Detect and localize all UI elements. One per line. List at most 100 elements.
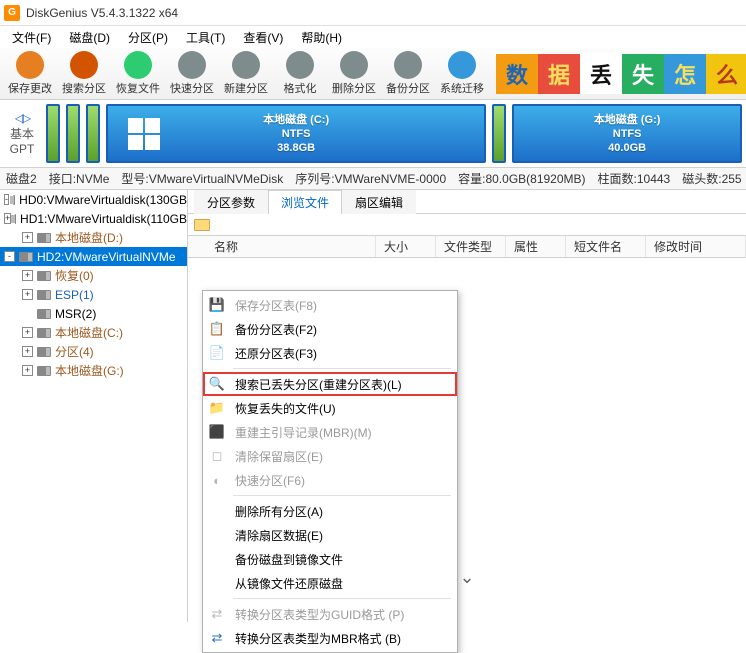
column-header[interactable]: 修改时间 (646, 236, 746, 257)
tool-label: 系统迁移 (440, 80, 484, 96)
tree-toggle-icon[interactable]: + (22, 232, 33, 243)
menu-item[interactable]: 工具(T) (178, 27, 233, 48)
menu-item[interactable]: 磁盘(D) (61, 27, 118, 48)
promo-char: 么 (706, 54, 746, 94)
tree-label: 本地磁盘(G:) (55, 362, 124, 379)
search-icon (70, 51, 98, 79)
tree-toggle-icon[interactable]: + (22, 346, 33, 357)
context-item[interactable]: 🔍搜索已丢失分区(重建分区表)(L) (203, 372, 457, 396)
context-item: ◐快速分区(F6) (203, 468, 457, 492)
tree-row[interactable]: +本地磁盘(C:) (0, 323, 187, 342)
hdd-icon (15, 214, 16, 224)
tab[interactable]: 扇区编辑 (342, 190, 416, 214)
tool-new-part-icon[interactable]: 新建分区 (220, 50, 272, 98)
tree-row[interactable]: +ESP(1) (0, 285, 187, 304)
context-item[interactable]: 📁恢复丢失的文件(U) (203, 396, 457, 420)
context-label: 备份磁盘到镜像文件 (235, 551, 343, 568)
context-item[interactable]: 📄还原分区表(F3) (203, 341, 457, 365)
tool-format-icon[interactable]: 格式化 (274, 50, 326, 98)
context-item[interactable]: ⇄ 转换分区表类型为MBR格式 (B) (203, 626, 457, 650)
tool-search-icon[interactable]: 搜索分区 (58, 50, 110, 98)
partition-c[interactable]: 本地磁盘 (C:) NTFS 38.8GB (106, 104, 486, 163)
hdd-icon (37, 309, 51, 319)
tool-label: 删除分区 (332, 80, 376, 96)
partition-system[interactable] (492, 104, 506, 163)
context-item[interactable]: 📋备份分区表(F2) (203, 317, 457, 341)
context-label: 清除保留扇区(E) (235, 448, 323, 465)
disk-tree[interactable]: -HD0:VMwareVirtualdisk(130GB+HD1:VMwareV… (0, 190, 188, 622)
partition-system[interactable] (66, 104, 80, 163)
column-header[interactable]: 名称 (206, 236, 376, 257)
partition-g[interactable]: 本地磁盘 (G:) NTFS 40.0GB (512, 104, 742, 163)
disk-type-label: ◁▷ 基本 GPT (4, 104, 40, 163)
delete-icon (340, 51, 368, 79)
clear-icon: ◻ (207, 446, 227, 466)
list-header[interactable]: 名称大小文件类型属性短文件名修改时间 (188, 236, 746, 258)
tree-toggle-icon[interactable]: + (22, 327, 33, 338)
tool-backup-icon[interactable]: 备份分区 (382, 50, 434, 98)
tree-label: HD1:VMwareVirtualdisk(110GB (20, 212, 187, 226)
context-item[interactable]: 备份磁盘到镜像文件 (203, 547, 457, 571)
context-item: 💾 保存分区表(F8) (203, 293, 457, 317)
tool-migrate-icon[interactable]: 系统迁移 (436, 50, 488, 98)
mbrconv-icon: ⇄ (207, 628, 227, 648)
recover-icon (124, 51, 152, 79)
tool-label: 备份分区 (386, 80, 430, 96)
tree-toggle-icon[interactable]: - (4, 194, 9, 205)
recover-icon: 📁 (207, 398, 227, 418)
menu-item[interactable]: 查看(V) (235, 27, 291, 48)
column-header[interactable]: 属性 (506, 236, 566, 257)
context-label: 快速分区(F6) (235, 472, 305, 489)
tree-row[interactable]: MSR(2) (0, 304, 187, 323)
tree-row[interactable]: + 本地磁盘(G:) (0, 361, 187, 380)
tree-row[interactable]: +HD1:VMwareVirtualdisk(110GB (0, 209, 187, 228)
tree-row[interactable]: -HD0:VMwareVirtualdisk(130GB (0, 190, 187, 209)
context-item[interactable]: 清除扇区数据(E) (203, 523, 457, 547)
menu-item[interactable]: 文件(F) (4, 27, 59, 48)
context-item[interactable]: 删除所有分区(A) (203, 499, 457, 523)
tool-save-icon[interactable]: 保存更改 (4, 50, 56, 98)
tool-label: 新建分区 (224, 80, 268, 96)
context-item[interactable]: 从镜像文件还原磁盘 (203, 571, 457, 595)
tool-label: 保存更改 (8, 80, 52, 96)
tool-label: 格式化 (284, 80, 317, 96)
tree-row[interactable]: +恢复(0) (0, 266, 187, 285)
hdd-icon (37, 366, 51, 376)
context-label: 还原分区表(F3) (235, 345, 317, 362)
context-label: 保存分区表(F8) (235, 297, 317, 314)
chevron-down-icon[interactable]: ⌄ (459, 567, 474, 588)
tree-toggle-icon[interactable]: + (22, 270, 33, 281)
tree-label: 本地磁盘(D:) (55, 229, 123, 246)
tree-row[interactable]: -HD2:VMwareVirtualNVMe (0, 247, 187, 266)
tree-row[interactable]: + 本地磁盘(D:) (0, 228, 187, 247)
tool-recover-icon[interactable]: 恢复文件 (112, 50, 164, 98)
migrate-icon (448, 51, 476, 79)
folder-icon (194, 219, 210, 231)
tool-quick-part-icon[interactable]: 快速分区 (166, 50, 218, 98)
menu-item[interactable]: 帮助(H) (293, 27, 350, 48)
path-bar[interactable] (188, 214, 746, 236)
column-header[interactable]: 大小 (376, 236, 436, 257)
column-header[interactable]: 文件类型 (436, 236, 506, 257)
context-label: 搜索已丢失分区(重建分区表)(L) (235, 376, 402, 393)
column-header[interactable]: 短文件名 (566, 236, 646, 257)
save-icon: 💾 (207, 295, 227, 315)
promo-banner[interactable]: 数据丢失怎么办 (496, 54, 746, 94)
partition-system[interactable] (86, 104, 100, 163)
menu-item[interactable]: 分区(P) (120, 27, 176, 48)
tree-toggle-icon[interactable]: + (22, 289, 33, 300)
tool-label: 恢复文件 (116, 80, 160, 96)
hdd-icon (13, 195, 15, 205)
tool-delete-icon[interactable]: 删除分区 (328, 50, 380, 98)
tree-toggle-icon[interactable]: + (22, 365, 33, 376)
promo-char: 数 (496, 54, 538, 94)
tab[interactable]: 分区参数 (194, 190, 268, 214)
tree-row[interactable]: +分区(4) (0, 342, 187, 361)
promo-char: 怎 (664, 54, 706, 94)
nav-arrows-icon[interactable]: ◁▷ (15, 111, 29, 125)
tab[interactable]: 浏览文件 (268, 190, 342, 214)
partition-system[interactable] (46, 104, 60, 163)
tree-toggle-icon[interactable]: - (4, 251, 15, 262)
context-label: 转换分区表类型为MBR格式 (B) (235, 630, 401, 647)
hdd-icon (37, 233, 51, 243)
